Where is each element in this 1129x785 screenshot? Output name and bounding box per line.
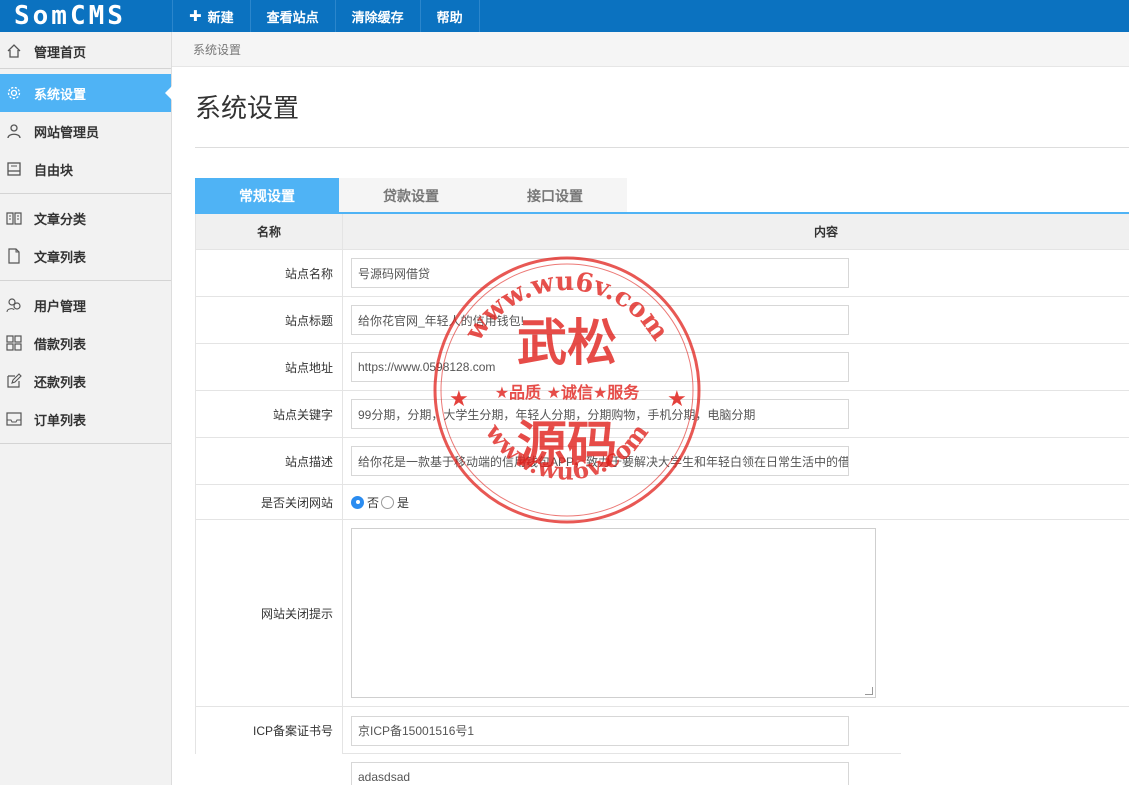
new-button[interactable]: ✚ 新建 [172, 0, 250, 32]
icp-label: ICP备案证书号 [195, 707, 343, 754]
close-tip-label: 网站关闭提示 [195, 520, 343, 706]
form-header-row: 名称 内容 [195, 214, 1129, 250]
radio-no-label: 否 [367, 495, 380, 510]
sidebar-divider [0, 280, 171, 281]
breadcrumb: 系统设置 [172, 32, 1129, 67]
file-icon [5, 247, 23, 265]
close-tip-textarea[interactable] [351, 528, 876, 698]
site-desc-input[interactable]: 给你花是一款基于移动端的信用钱包APP，致力于要解决大学生和年轻白领在日常生活中… [351, 446, 849, 476]
top-bar: SomCMS ✚ 新建 查看站点 清除缓存 帮助 [0, 0, 1129, 32]
sidebar-item-article-categories[interactable]: 文章分类 [0, 199, 171, 237]
tab-general[interactable]: 常规设置 [195, 178, 339, 213]
site-keywords-input[interactable]: 99分期，分期，大学生分期，年轻人分期，分期购物，手机分期，电脑分期 [351, 399, 849, 429]
form-row-site-name: 站点名称 号源码网借贷 [195, 250, 1129, 297]
header-content: 内容 [813, 225, 838, 239]
tab-loan[interactable]: 贷款设置 [339, 178, 483, 213]
help-button[interactable]: 帮助 [419, 0, 480, 32]
sidebar-item-label: 文章分类 [34, 211, 87, 227]
radio-yes-label: 是 [397, 495, 410, 510]
sidebar-item-label: 文章列表 [34, 249, 87, 265]
sidebar-item-repayment-list[interactable]: 还款列表 [0, 362, 171, 400]
user-icon [5, 122, 23, 140]
inbox-icon [5, 410, 23, 428]
sidebar-item-home[interactable]: 管理首页 [0, 32, 171, 70]
form-row-site-keywords: 站点关键字 99分期，分期，大学生分期，年轻人分期，分期购物，手机分期，电脑分期 [195, 391, 1129, 438]
radio-no-dot[interactable] [351, 495, 364, 509]
site-name-label: 站点名称 [195, 250, 343, 296]
view-site-button[interactable]: 查看站点 [249, 0, 335, 32]
sidebar-divider [0, 193, 171, 194]
sidebar-item-label: 借款列表 [34, 336, 87, 352]
sidebar-item-label: 还款列表 [34, 374, 87, 390]
form-row-site-url: 站点地址 https://www.0598128.com [195, 344, 1129, 391]
row-divider [343, 753, 901, 754]
sidebar-divider [0, 443, 171, 444]
site-title-label: 站点标题 [195, 297, 343, 343]
site-title-input[interactable]: 给你花官网_年轻人的信用钱包! [351, 305, 849, 335]
header-name: 名称 [195, 214, 343, 249]
radio-yes-dot[interactable] [381, 495, 395, 509]
top-nav: ✚ 新建 查看站点 清除缓存 帮助 [172, 0, 480, 32]
sidebar-item-label: 自由块 [34, 162, 74, 178]
site-url-input[interactable]: https://www.0598128.com [351, 352, 849, 382]
settings-tabs: 常规设置 贷款设置 接口设置 [195, 178, 627, 213]
extra-input[interactable]: adasdsad [351, 762, 849, 785]
sidebar-item-order-list[interactable]: 订单列表 [0, 400, 171, 438]
form-row-site-desc: 站点描述 给你花是一款基于移动端的信用钱包APP，致力于要解决大学生和年轻白领在… [195, 438, 1129, 485]
sidebar-item-free-blocks[interactable]: 自由块 [0, 150, 171, 188]
gear-icon [5, 84, 23, 102]
book-icon [5, 209, 23, 227]
close-site-label: 是否关闭网站 [195, 485, 343, 519]
sidebar-item-loan-list[interactable]: 借款列表 [0, 324, 171, 362]
site-keywords-label: 站点关键字 [195, 391, 343, 437]
clear-cache-button[interactable]: 清除缓存 [334, 0, 420, 32]
logo[interactable]: SomCMS [0, 0, 172, 32]
site-url-label: 站点地址 [195, 344, 343, 390]
sidebar-item-label: 用户管理 [34, 298, 87, 314]
site-name-input[interactable]: 号源码网借贷 [351, 258, 849, 288]
title-divider [195, 147, 1129, 148]
sidebar-item-label: 系统设置 [34, 86, 87, 102]
sidebar-item-label: 订单列表 [34, 412, 87, 428]
form-row-extra: adasdsad [195, 754, 1129, 785]
sidebar-item-system-settings[interactable]: 系统设置 [0, 74, 172, 112]
edit-icon [5, 372, 23, 390]
sidebar-item-label: 管理首页 [34, 44, 87, 60]
form-row-icp: ICP备案证书号 京ICP备15001516号1 [195, 707, 1129, 754]
form-row-site-title: 站点标题 给你花官网_年轻人的信用钱包! [195, 297, 1129, 344]
settings-form: 名称 内容 站点名称 号源码网借贷 站点标题 给你花官网_年轻人的信用钱包! 站… [195, 214, 1129, 785]
block-icon [5, 160, 23, 178]
icp-input[interactable]: 京ICP备15001516号1 [351, 715, 849, 746]
grid-icon [5, 334, 23, 352]
sidebar-item-site-admins[interactable]: 网站管理员 [0, 112, 171, 150]
page-title: 系统设置 [195, 93, 300, 123]
plus-icon: ✚ [189, 8, 202, 25]
sidebar-item-article-list[interactable]: 文章列表 [0, 237, 171, 275]
sidebar-item-user-management[interactable]: 用户管理 [0, 286, 171, 324]
radio-yes[interactable]: 是 [381, 494, 409, 511]
new-label: 新建 [207, 9, 234, 25]
users-icon [5, 296, 23, 314]
breadcrumb-item[interactable]: 系统设置 [193, 41, 241, 58]
form-row-close-site: 是否关闭网站 否 是 [195, 485, 1129, 520]
form-row-close-tip: 网站关闭提示 [195, 520, 1129, 707]
sidebar: 管理首页 系统设置 网站管理员 自由块 文章分类 文章列表 用户管理 借款列表 … [0, 32, 172, 785]
sidebar-item-label: 网站管理员 [34, 124, 100, 140]
tab-api[interactable]: 接口设置 [483, 178, 627, 213]
site-desc-label: 站点描述 [195, 438, 343, 484]
home-icon [5, 42, 23, 60]
radio-no[interactable]: 否 [351, 494, 379, 511]
